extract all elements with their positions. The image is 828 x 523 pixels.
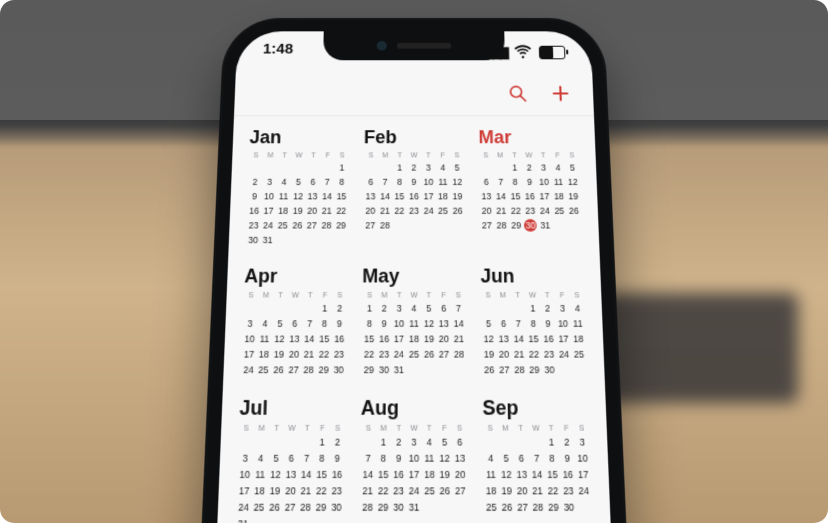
month-label: Jul [239, 397, 346, 421]
month-may[interactable]: MaySMTWTFS123456789101112131415161718192… [361, 265, 466, 376]
month-label: May [362, 265, 465, 287]
month-jun[interactable]: JunSMTWTFS000123456789101112131415161718… [480, 265, 587, 376]
month-label: Jan [249, 127, 350, 148]
month-feb[interactable]: FebSMTWTFS001234567891011121314151617181… [363, 127, 465, 246]
calendar-toolbar [234, 76, 594, 116]
status-time: 1:48 [262, 41, 293, 64]
iphone-device: 1:48 ▁▃▅▇ [189, 18, 638, 523]
battery-icon [539, 46, 566, 60]
device-notch [323, 31, 505, 60]
search-icon[interactable] [507, 83, 528, 108]
calendar-app-screen: 1:48 ▁▃▅▇ [207, 31, 622, 523]
month-aug[interactable]: AugSMTWTFS012345678910111213141516171819… [360, 397, 469, 523]
month-label: Sep [482, 397, 589, 421]
today-marker: 30 [524, 219, 537, 232]
month-label: Aug [361, 397, 467, 421]
month-jul[interactable]: JulSMTWTFS000001234567891011121314151617… [235, 397, 346, 523]
month-label: Feb [364, 127, 464, 148]
month-jan[interactable]: JanSMTWTFS000000123456789101112131415161… [246, 127, 350, 246]
month-label: Apr [244, 265, 348, 287]
add-icon[interactable] [550, 83, 571, 108]
month-label: Jun [480, 265, 584, 287]
year-view-grid[interactable]: JanSMTWTFS000000123456789101112131415161… [207, 121, 622, 523]
month-sep[interactable]: SepSMTWTFS000012345678910111213141516171… [482, 397, 593, 523]
month-label: Mar [478, 127, 579, 148]
month-mar[interactable]: MarSMTWTFS001234567891011121314151617181… [478, 127, 582, 246]
wifi-icon [513, 41, 534, 64]
month-apr[interactable]: AprSMTWTFS000001234567891011121314151617… [241, 265, 348, 376]
